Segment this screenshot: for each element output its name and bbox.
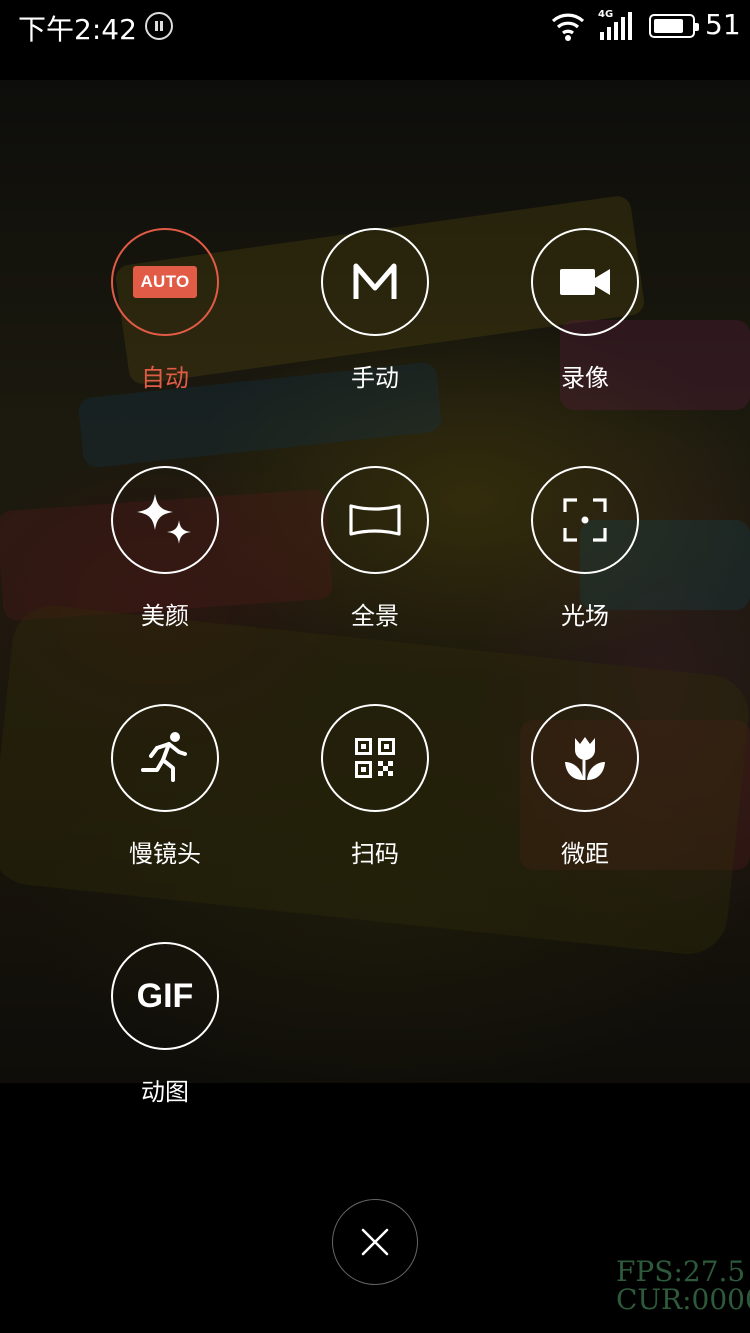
gif-icon: GIF	[136, 976, 194, 1015]
mode-label-beauty: 美颜	[141, 602, 189, 630]
panorama-mode-button[interactable]	[321, 466, 429, 574]
status-time: 下午2:42	[18, 13, 137, 46]
mode-light-field[interactable]: 光场	[480, 466, 690, 666]
qr-code-icon	[355, 738, 395, 778]
battery-fill	[654, 19, 683, 33]
mode-panorama[interactable]: 全景	[270, 466, 480, 666]
mode-scan[interactable]: 扫码	[270, 704, 480, 904]
mode-label-scan: 扫码	[351, 840, 399, 868]
mode-label-auto: 自动	[141, 364, 189, 392]
pause-circle-icon	[145, 12, 173, 40]
auto-mode-button[interactable]: AUTO	[111, 228, 219, 336]
light-field-mode-button[interactable]	[531, 466, 639, 574]
video-camera-icon	[560, 269, 610, 295]
wifi-icon	[551, 13, 585, 41]
mode-slow-motion[interactable]: 慢镜头	[60, 704, 270, 904]
mode-label-manual: 手动	[351, 364, 399, 392]
mode-macro[interactable]: 微距	[480, 704, 690, 904]
manual-mode-button[interactable]	[321, 228, 429, 336]
panorama-icon	[349, 504, 401, 536]
auto-badge-icon: AUTO	[133, 266, 197, 298]
slow-motion-mode-button[interactable]	[111, 704, 219, 812]
mode-label-slow-motion: 慢镜头	[129, 840, 201, 868]
fps-overlay: FPS:27.5 CUR:0000	[616, 1258, 750, 1314]
status-bar: 下午2:42 4G 51	[0, 0, 750, 54]
focus-frame-icon	[563, 498, 607, 542]
scan-mode-button[interactable]	[321, 704, 429, 812]
video-mode-button[interactable]	[531, 228, 639, 336]
mode-label-light-field: 光场	[561, 602, 609, 630]
sparkle-icon	[137, 494, 191, 544]
tulip-flower-icon	[565, 737, 605, 780]
mode-label-video: 录像	[561, 364, 609, 392]
mode-label-macro: 微距	[561, 840, 609, 868]
mode-auto[interactable]: AUTO 自动	[60, 228, 270, 428]
mode-gif[interactable]: GIF 动图	[60, 942, 270, 1142]
running-man-icon	[141, 732, 187, 782]
mode-label-panorama: 全景	[351, 602, 399, 630]
close-icon	[361, 1228, 389, 1256]
beauty-mode-button[interactable]	[111, 466, 219, 574]
mode-beauty[interactable]: 美颜	[60, 466, 270, 666]
manual-m-icon	[353, 263, 397, 299]
cellular-signal-icon	[600, 12, 632, 40]
mode-manual[interactable]: 手动	[270, 228, 480, 428]
fps-readout: FPS:27.5	[616, 1255, 746, 1288]
gif-mode-button[interactable]: GIF	[111, 942, 219, 1050]
close-button[interactable]	[332, 1199, 418, 1285]
battery-level: 51	[705, 8, 741, 41]
mode-video[interactable]: 录像	[480, 228, 690, 428]
battery-icon	[649, 14, 699, 38]
mode-label-gif: 动图	[141, 1078, 189, 1106]
macro-mode-button[interactable]	[531, 704, 639, 812]
cur-readout: CUR:0000	[616, 1283, 750, 1316]
